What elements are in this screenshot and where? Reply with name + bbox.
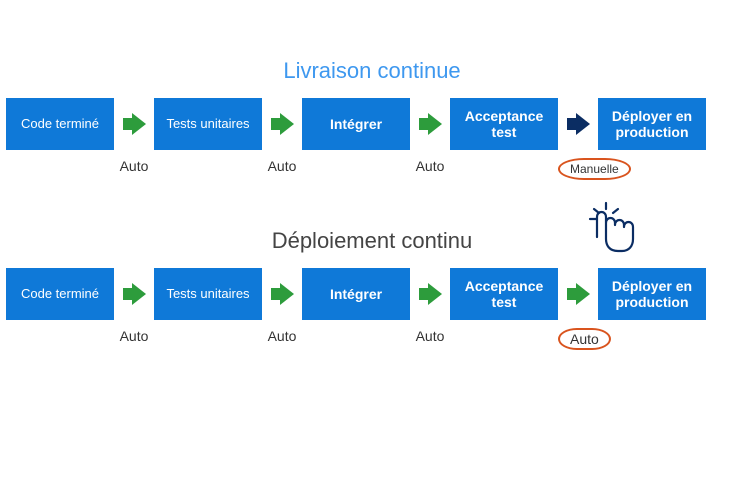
arrow-right-icon xyxy=(271,283,293,305)
pipeline-delivery: Code terminé Tests unitaires Intégrer Ac… xyxy=(0,94,744,154)
arrow-auto-1 xyxy=(114,98,154,150)
arrow-right-icon xyxy=(271,113,293,135)
stage-unit-tests: Tests unitaires xyxy=(154,98,262,150)
arrow-right-icon xyxy=(419,283,441,305)
label-auto: Auto xyxy=(120,158,149,174)
arrow-auto-1 xyxy=(114,268,154,320)
stage-code: Code terminé xyxy=(6,268,114,320)
arrow-right-icon xyxy=(567,283,589,305)
stage-acceptance: Acceptance test xyxy=(450,268,558,320)
stage-acceptance: Acceptance test xyxy=(450,98,558,150)
stage-deploy: Déployer en production xyxy=(598,268,706,320)
arrow-auto-4 xyxy=(558,268,598,320)
section-continuous-delivery: Livraison continue Code terminé Tests un… xyxy=(0,0,744,180)
arrow-manual xyxy=(558,98,598,150)
arrow-labels-deployment: Auto Auto Auto Auto xyxy=(0,324,744,350)
section-continuous-deployment: Déploiement continu Code terminé Tests u… xyxy=(0,220,744,350)
arrow-labels-delivery: Auto Auto Auto Manuelle xyxy=(0,154,744,180)
label-auto-circled: Auto xyxy=(558,328,611,350)
arrow-right-icon xyxy=(123,283,145,305)
arrow-right-icon xyxy=(567,113,589,135)
label-manual-circled: Manuelle xyxy=(558,158,631,180)
arrow-auto-2 xyxy=(262,268,302,320)
label-auto: Auto xyxy=(268,328,297,344)
label-auto: Auto xyxy=(416,328,445,344)
title-deployment: Déploiement continu xyxy=(0,220,744,264)
arrow-right-icon xyxy=(123,113,145,135)
stage-deploy: Déployer en production xyxy=(598,98,706,150)
stage-integrate: Intégrer xyxy=(302,98,410,150)
label-auto: Auto xyxy=(120,328,149,344)
stage-integrate: Intégrer xyxy=(302,268,410,320)
stage-unit-tests: Tests unitaires xyxy=(154,268,262,320)
arrow-right-icon xyxy=(419,113,441,135)
arrow-auto-3 xyxy=(410,268,450,320)
arrow-auto-3 xyxy=(410,98,450,150)
label-auto: Auto xyxy=(416,158,445,174)
pipeline-deployment: Code terminé Tests unitaires Intégrer Ac… xyxy=(0,264,744,324)
stage-code: Code terminé xyxy=(6,98,114,150)
arrow-auto-2 xyxy=(262,98,302,150)
label-auto: Auto xyxy=(268,158,297,174)
title-delivery: Livraison continue xyxy=(0,0,744,94)
